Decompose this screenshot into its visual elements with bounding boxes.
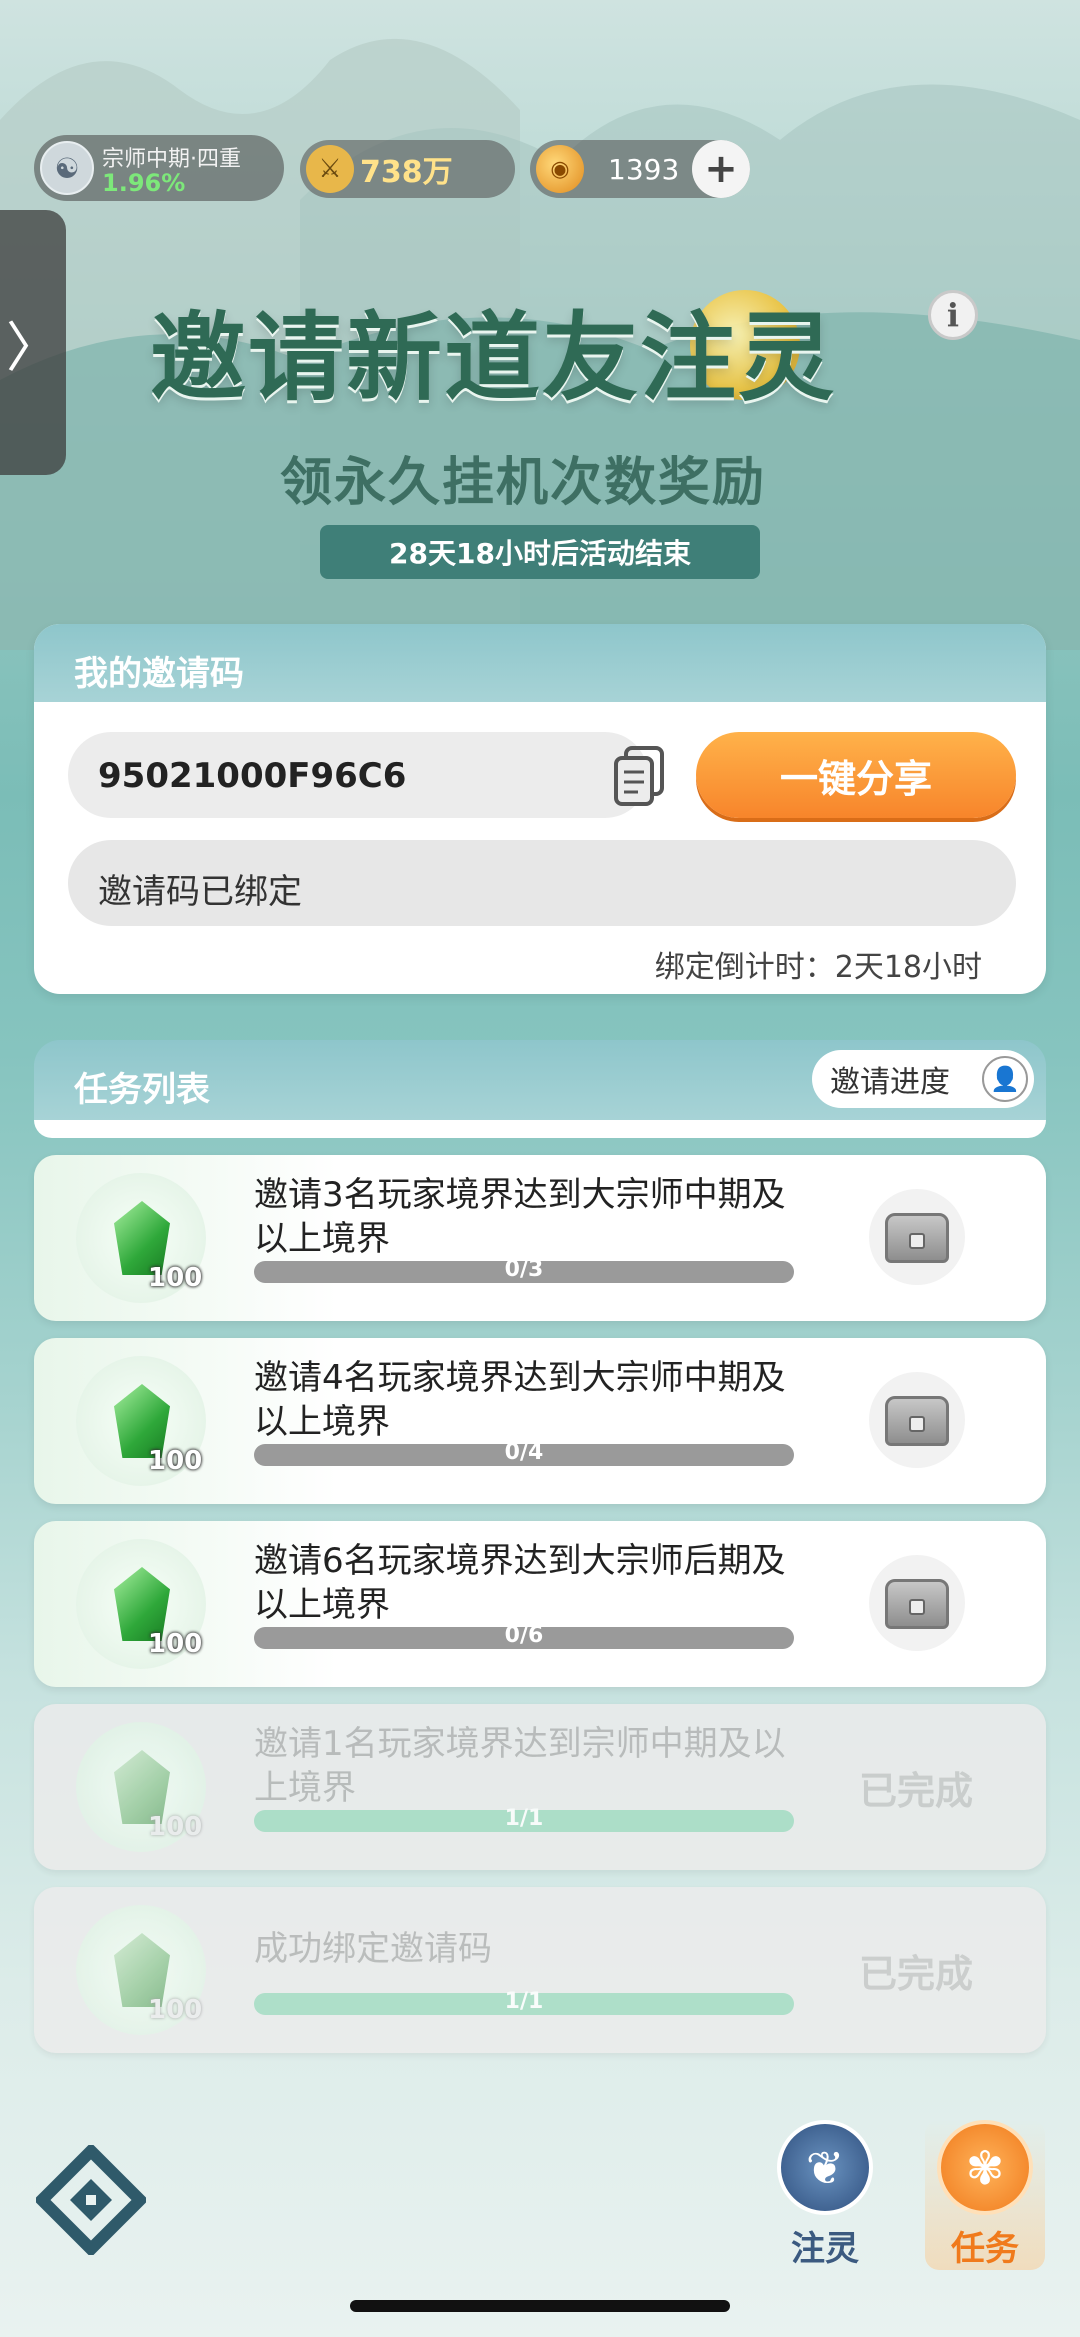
coin-icon: ◉: [536, 145, 584, 193]
locked-chest-button[interactable]: [869, 1555, 965, 1651]
nav-renwu[interactable]: ✾ 任务: [925, 2120, 1045, 2270]
task-progress-text: 0/4: [504, 1440, 544, 1465]
task-row: 100 邀请4名玩家境界达到大宗师中期及以上境界 0/4: [34, 1338, 1046, 1504]
completed-label: 已完成: [859, 1769, 974, 1813]
task-progress-bar: 0/4: [254, 1440, 794, 1466]
leaf-icon: ❦: [777, 2120, 873, 2215]
locked-chest-button[interactable]: [869, 1189, 965, 1285]
invite-code-field: 95021000F96C6: [68, 732, 648, 818]
nav-zhuling[interactable]: ❦ 注灵: [765, 2120, 885, 2270]
task-row-completed: 100 成功绑定邀请码 1/1 已完成: [34, 1887, 1046, 2053]
lock-icon: [909, 1416, 925, 1432]
add-currency-button[interactable]: +: [692, 140, 750, 198]
reward-item[interactable]: 100: [76, 1173, 206, 1303]
info-button[interactable]: i: [928, 290, 978, 340]
power-value: 738万: [360, 155, 453, 190]
invite-code-card: 我的邀请码 95021000F96C6 一键分享 邀请码已绑定 绑定倒计时：2天…: [34, 624, 1046, 994]
completed-label: 已完成: [859, 1952, 974, 1996]
reward-item[interactable]: 100: [76, 1539, 206, 1669]
invite-card-header: 我的邀请码: [34, 624, 1046, 702]
task-progress-text: 0/6: [504, 1623, 544, 1648]
lock-icon: [909, 1599, 925, 1615]
task-progress-text: 1/1: [504, 1806, 544, 1831]
scroll-icon: ✾: [937, 2120, 1033, 2215]
bind-countdown: 绑定倒计时：2天18小时: [654, 950, 982, 985]
reward-count: 100: [148, 1446, 203, 1476]
invite-progress-label: 邀请进度: [830, 1065, 950, 1100]
invite-progress-button[interactable]: 邀请进度 👤: [812, 1050, 1034, 1108]
task-progress-text: 1/1: [504, 1989, 544, 2014]
page-title: 邀请新道友注灵: [150, 302, 836, 414]
swords-icon: ⚔: [306, 145, 354, 193]
task-row: 100 邀请3名玩家境界达到大宗师中期及以上境界 0/3: [34, 1155, 1046, 1321]
bind-status-field: 邀请码已绑定: [68, 840, 1016, 926]
reward-count: 100: [148, 1263, 203, 1293]
task-header-divider: [34, 1120, 1046, 1138]
realm-badge[interactable]: ☯ 宗师中期·四重 1.96%: [34, 135, 284, 201]
task-text: 成功绑定邀请码: [254, 1929, 492, 1969]
task-text: 邀请6名玩家境界达到大宗师后期及以上境界: [254, 1541, 786, 1625]
side-drawer-toggle[interactable]: 〉: [0, 210, 66, 475]
reward-item: 100: [76, 1905, 206, 2035]
nav-renwu-label: 任务: [951, 2229, 1019, 2269]
task-row: 100 邀请6名玩家境界达到大宗师后期及以上境界 0/6: [34, 1521, 1046, 1687]
lock-icon: [909, 1233, 925, 1249]
realm-percent: 1.96%: [102, 169, 186, 197]
task-progress-text: 0/3: [504, 1257, 544, 1282]
reward-item: 100: [76, 1722, 206, 1852]
nav-zhuling-label: 注灵: [791, 2229, 859, 2269]
chevron-right-icon: 〉: [6, 316, 60, 379]
game-logo-icon[interactable]: [36, 2145, 146, 2255]
task-progress-bar: 0/6: [254, 1623, 794, 1649]
task-text: 邀请4名玩家境界达到大宗师中期及以上境界: [254, 1358, 786, 1442]
copy-icon[interactable]: [612, 744, 668, 808]
task-text: 邀请1名玩家境界达到宗师中期及以上境界: [254, 1724, 786, 1808]
currency-value: 1393: [608, 152, 680, 186]
add-user-icon: 👤: [982, 1056, 1028, 1102]
reward-count: 100: [148, 1629, 203, 1659]
locked-chest-button[interactable]: [869, 1372, 965, 1468]
currency-badge: ◉ 1393 +: [530, 140, 750, 198]
task-progress-bar: 0/3: [254, 1257, 794, 1283]
task-progress-bar: 1/1: [254, 1989, 794, 2015]
reward-count: 100: [148, 1812, 203, 1842]
task-row-completed: 100 邀请1名玩家境界达到宗师中期及以上境界 1/1 已完成: [34, 1704, 1046, 1870]
reward-count: 100: [148, 1995, 203, 2025]
task-text: 邀请3名玩家境界达到大宗师中期及以上境界: [254, 1175, 786, 1259]
reward-item[interactable]: 100: [76, 1356, 206, 1486]
event-countdown: 28天18小时后活动结束: [320, 525, 760, 579]
task-progress-bar: 1/1: [254, 1806, 794, 1832]
power-badge: ⚔ 738万: [300, 140, 515, 198]
page-subtitle: 领永久挂机次数奖励: [280, 453, 767, 513]
share-button[interactable]: 一键分享: [696, 732, 1016, 818]
home-indicator[interactable]: [350, 2300, 730, 2312]
avatar: ☯: [40, 141, 94, 195]
